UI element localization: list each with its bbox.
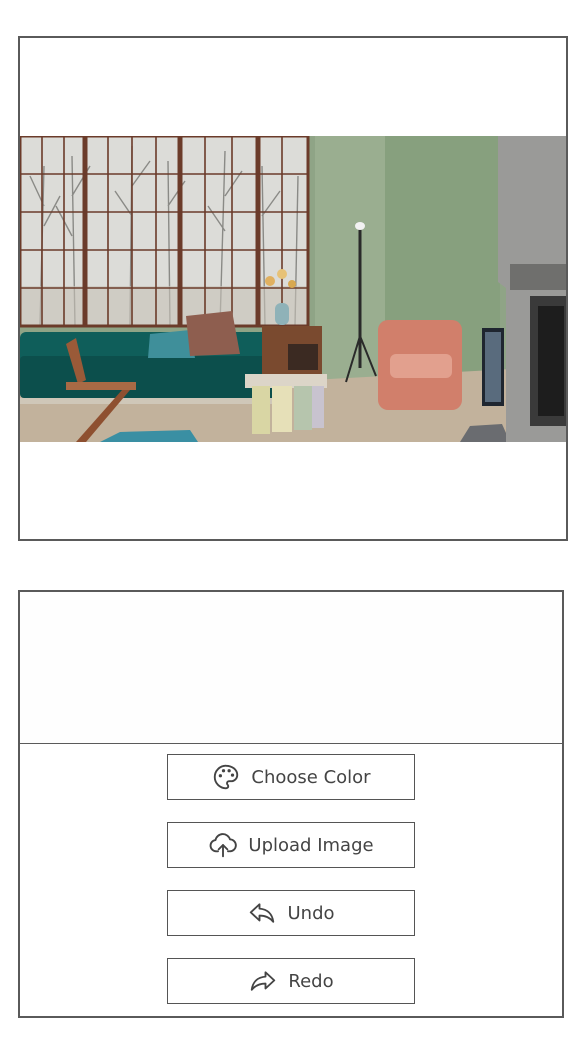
undo-arrow-icon bbox=[250, 903, 275, 923]
undo-button[interactable]: Undo bbox=[167, 890, 415, 936]
palette-icon bbox=[214, 764, 239, 790]
redo-arrow-icon bbox=[251, 971, 276, 991]
room-image bbox=[20, 136, 566, 442]
redo-button[interactable]: Redo bbox=[167, 958, 415, 1004]
cloud-upload-icon bbox=[210, 833, 238, 858]
image-preview-frame bbox=[18, 36, 568, 541]
choose-color-button[interactable]: Choose Color bbox=[167, 754, 415, 800]
redo-label: Redo bbox=[288, 970, 334, 992]
control-panel: Choose Color Upload Image Undo Redo bbox=[18, 590, 564, 1018]
upload-image-button[interactable]: Upload Image bbox=[167, 822, 415, 868]
choose-color-label: Choose Color bbox=[251, 766, 371, 788]
undo-label: Undo bbox=[287, 902, 335, 924]
color-preview-area bbox=[20, 592, 562, 744]
upload-image-label: Upload Image bbox=[248, 834, 374, 856]
